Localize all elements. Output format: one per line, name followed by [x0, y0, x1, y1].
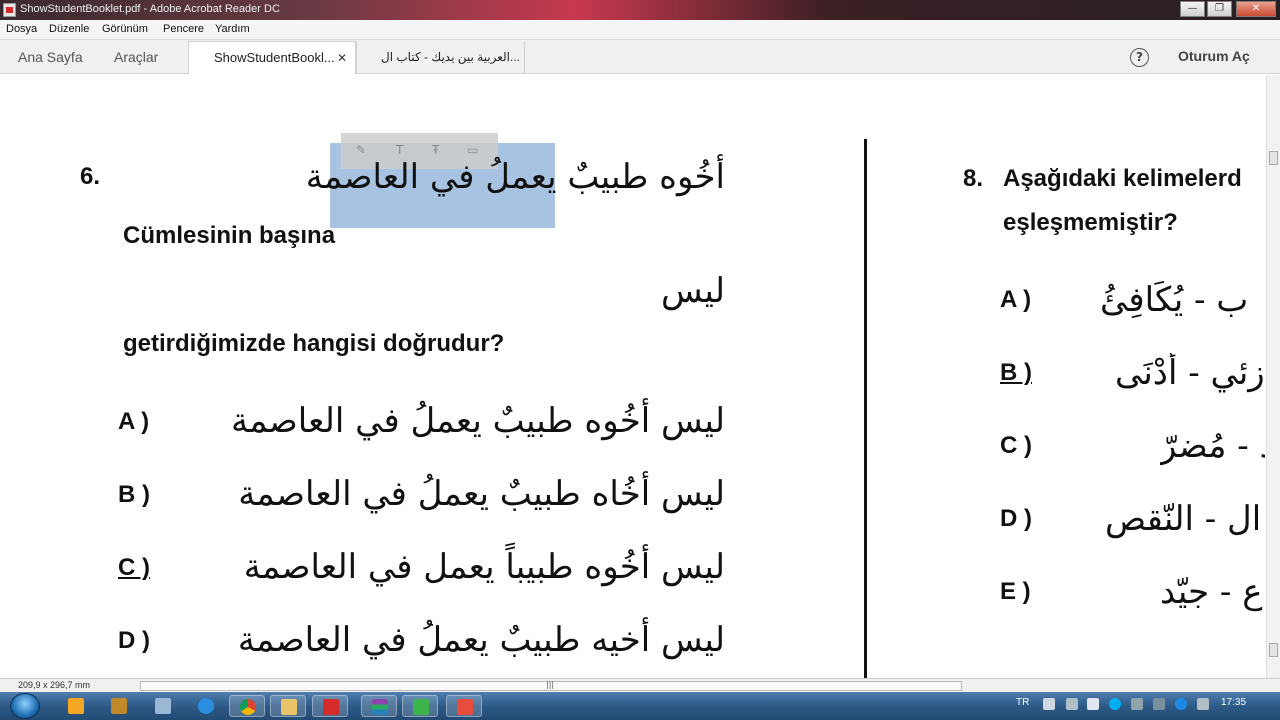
internet-explorer-icon[interactable] [188, 695, 224, 717]
tab-bar: Ana Sayfa Araçlar ShowStudentBookl... ✕ … [0, 40, 1280, 74]
question-8-number: 8. [963, 165, 984, 192]
q8-option-b-letter[interactable]: B ) [1000, 359, 1032, 387]
strikethrough-icon[interactable]: Ŧ [432, 143, 439, 157]
menu-dosya[interactable]: Dosya [6, 23, 37, 35]
q8-option-a-letter[interactable]: A ) [1000, 286, 1031, 314]
q8-option-d-letter[interactable]: D ) [1000, 505, 1032, 533]
title-bar: ShowStudentBooklet.pdf - Adobe Acrobat R… [0, 0, 1280, 20]
scroll-grip-icon[interactable]: ||| [546, 680, 554, 689]
q8-option-b-text: زئي - أدْنَى [1115, 353, 1265, 393]
tab-document-active[interactable]: ShowStudentBookl... ✕ [188, 41, 356, 74]
horizontal-scrollbar[interactable]: ||| [140, 680, 962, 691]
minimize-button[interactable]: — [1180, 1, 1205, 17]
acrobat-icon[interactable] [312, 695, 348, 717]
tab-document-arabic[interactable]: العربية بين يديك - كتاب ال... [356, 41, 525, 74]
camtasia-icon[interactable] [402, 695, 438, 717]
help-icon[interactable]: ? [1130, 48, 1149, 67]
page-size-label: 209,9 x 296,7 mm [18, 680, 91, 690]
menu-yardim[interactable]: Yardım [215, 23, 250, 35]
acrobat-app-icon [3, 3, 16, 17]
app-icon[interactable] [101, 695, 137, 717]
language-indicator[interactable]: TR [1016, 697, 1029, 708]
status-bar: 209,9 x 296,7 mm ||| [0, 678, 1280, 692]
question-6-line1: Cümlesinin başına [123, 222, 336, 249]
signin-button[interactable]: Oturum Aç [1178, 48, 1250, 64]
q8-option-c-text: د - مُضرّ [1160, 426, 1265, 466]
q8-option-d-text: ال - النّقص [1105, 499, 1262, 539]
camtasia-recorder-icon[interactable] [446, 695, 482, 717]
skype-icon[interactable] [1109, 698, 1121, 710]
question-6-number: 6. [80, 163, 101, 190]
winrar-icon[interactable] [361, 695, 397, 717]
question-6-sentence: أخُوه طبيبٌ يعملُ في العاصمة [305, 157, 725, 197]
tray-app-icon[interactable] [1131, 698, 1143, 710]
q8-option-a-text: ب - يُكَافِئُ [1100, 280, 1249, 320]
network-icon[interactable] [1066, 698, 1078, 710]
taskbar: TR 17:35 [0, 692, 1280, 720]
highlight-icon[interactable]: ✎ [356, 143, 366, 157]
option-b-letter[interactable]: B ) [118, 481, 150, 509]
start-button[interactable] [10, 693, 40, 719]
file-explorer-icon[interactable] [270, 695, 306, 717]
document-view[interactable]: ✎ T Ŧ ▭ 6. أخُوه طبيبٌ يعملُ في العاصمة … [0, 75, 1266, 678]
question-8-line2: eşleşmemiştir? [1003, 209, 1178, 236]
text-icon[interactable]: T [396, 143, 403, 157]
scroll-thumb-bottom[interactable] [1269, 643, 1278, 657]
tab-document-label: ShowStudentBookl... [214, 50, 335, 65]
option-a-text: ليس أخُوه طبيبٌ يعملُ في العاصمة [231, 401, 725, 441]
q8-option-e-text: ع - جيّد [1160, 572, 1263, 612]
window-title: ShowStudentBooklet.pdf - Adobe Acrobat R… [20, 3, 280, 15]
menu-duzenle[interactable]: Düzenle [49, 23, 89, 35]
tab-home[interactable]: Ana Sayfa [18, 40, 83, 74]
close-window-button[interactable]: ✕ [1236, 1, 1276, 17]
clipped-text-fragment [405, 75, 695, 83]
menu-gorunum[interactable]: Görünüm [102, 23, 148, 35]
clock[interactable]: 17:35 [1221, 697, 1246, 708]
comment-icon[interactable]: ▭ [467, 143, 478, 157]
volume-icon[interactable] [1087, 698, 1099, 710]
option-c-text: ليس أخُوه طبيباً يعمل في العاصمة [243, 547, 725, 587]
q8-option-e-letter[interactable]: E ) [1000, 578, 1031, 606]
vertical-scrollbar[interactable] [1266, 75, 1280, 678]
maximize-button[interactable]: ❐ [1207, 1, 1232, 17]
menu-pencere[interactable]: Pencere [163, 23, 204, 35]
question-6-word: ليس [661, 271, 725, 311]
tray-app-icon-2[interactable] [1153, 698, 1165, 710]
tab-document-arabic-label: العربية بين يديك - كتاب ال... [381, 50, 521, 64]
keyboard-icon[interactable] [145, 695, 181, 717]
show-hidden-icons-icon[interactable] [1043, 698, 1055, 710]
tab-tools[interactable]: Araçlar [114, 40, 158, 74]
bluetooth-icon[interactable] [1175, 698, 1187, 710]
menu-bar: Dosya Düzenle Görünüm Pencere Yardım [0, 20, 1280, 40]
chrome-icon[interactable] [229, 695, 265, 717]
option-a-letter[interactable]: A ) [118, 408, 149, 436]
close-tab-icon[interactable]: ✕ [337, 42, 347, 74]
media-player-icon[interactable] [58, 695, 94, 717]
option-d-text: ليس أخيه طبيبٌ يعملُ في العاصمة [237, 620, 725, 660]
question-6-line2: getirdiğimizde hangisi doğrudur? [123, 330, 505, 357]
tray-app-icon-3[interactable] [1197, 698, 1209, 710]
question-8-line1: Aşağıdaki kelimelerd [1003, 165, 1242, 192]
column-divider [864, 139, 867, 678]
option-d-letter[interactable]: D ) [118, 627, 150, 655]
option-b-text: ليس أخُاه طبيبٌ يعملُ في العاصمة [238, 474, 725, 514]
option-c-letter[interactable]: C ) [118, 554, 150, 582]
scroll-thumb-top[interactable] [1269, 151, 1278, 165]
q8-option-c-letter[interactable]: C ) [1000, 432, 1032, 460]
